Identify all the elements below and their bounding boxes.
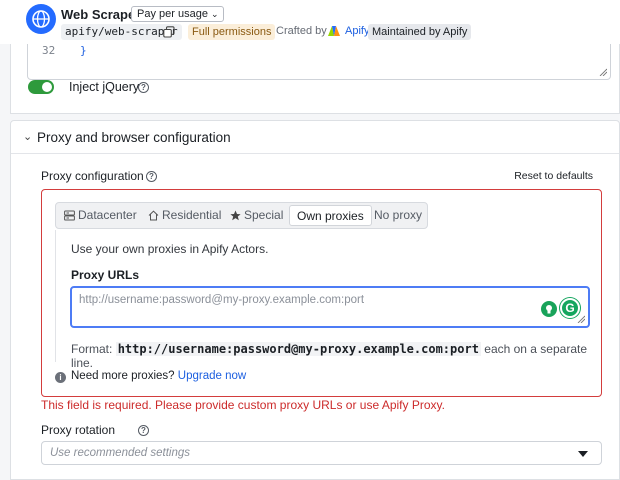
resize-handle-icon[interactable] bbox=[577, 315, 585, 323]
author-link[interactable]: Apify bbox=[345, 25, 369, 37]
caret-down-icon bbox=[578, 451, 588, 457]
star-icon bbox=[230, 210, 241, 221]
apify-logo-icon bbox=[328, 26, 340, 36]
inject-jquery-label: Inject jQuery bbox=[69, 80, 140, 94]
reset-defaults-button[interactable]: Reset to defaults bbox=[514, 170, 593, 182]
chevron-down-icon: ⌄ bbox=[210, 9, 219, 19]
section-header[interactable]: ⌄ Proxy and browser configuration bbox=[11, 121, 619, 154]
tab-residential[interactable]: Residential bbox=[148, 203, 221, 228]
proxy-browser-section: ⌄ Proxy and browser configuration Proxy … bbox=[10, 120, 620, 480]
proxy-error-message: This field is required. Please provide c… bbox=[41, 398, 445, 412]
pricing-dropdown[interactable]: Pay per usage ⌄ bbox=[131, 6, 225, 22]
copy-icon[interactable] bbox=[163, 26, 175, 38]
format-hint: Format: http://username:password@my-prox… bbox=[71, 342, 589, 370]
format-code: http://username:password@my-proxy.exampl… bbox=[115, 342, 481, 356]
home-icon bbox=[148, 210, 159, 221]
chevron-down-icon: ⌄ bbox=[23, 131, 33, 143]
web-scraper-logo-icon bbox=[26, 4, 56, 34]
section-title: Proxy and browser configuration bbox=[37, 130, 231, 145]
tab-label: Residential bbox=[162, 208, 222, 222]
upgrade-link[interactable]: Upgrade now bbox=[178, 370, 246, 382]
grammarly-suggestion-icon[interactable] bbox=[541, 301, 557, 317]
info-icon: i bbox=[55, 372, 66, 383]
actor-header: Web Scraper Pay per usage ⌄ apify/web-scr… bbox=[0, 0, 620, 44]
tab-datacenter[interactable]: Datacenter bbox=[64, 203, 137, 228]
own-proxies-description: Use your own proxies in Apify Actors. bbox=[71, 242, 269, 256]
format-prefix: Format: bbox=[71, 342, 113, 356]
own-proxies-panel: Use your own proxies in Apify Actors. Pr… bbox=[55, 230, 590, 370]
tab-label: Datacenter bbox=[78, 208, 137, 222]
proxy-tabs: Datacenter Residential Special Own proxi… bbox=[55, 202, 428, 229]
proxy-urls-input[interactable]: http://username:password@my-proxy.exampl… bbox=[70, 286, 590, 328]
proxy-urls-label: Proxy URLs bbox=[71, 268, 140, 282]
tab-label: Special bbox=[244, 208, 284, 222]
proxy-config-label: Proxy configuration bbox=[41, 169, 144, 183]
line-number: 32 bbox=[42, 44, 56, 57]
pricing-label: Pay per usage bbox=[137, 8, 208, 20]
proxy-config-box: Datacenter Residential Special Own proxi… bbox=[41, 189, 602, 397]
resize-handle-icon[interactable] bbox=[599, 68, 607, 76]
proxy-rotation-select[interactable]: Use recommended settings bbox=[41, 441, 602, 465]
permissions-badge: Full permissions bbox=[188, 24, 276, 40]
actor-title: Web Scraper bbox=[61, 7, 141, 22]
maintained-badge: Maintained by Apify bbox=[368, 24, 472, 40]
more-proxies-text: Need more proxies? bbox=[71, 370, 175, 382]
server-icon bbox=[64, 210, 75, 221]
toggle-knob bbox=[42, 82, 52, 92]
tab-special[interactable]: Special bbox=[230, 203, 283, 228]
tab-own-proxies[interactable]: Own proxies bbox=[289, 205, 372, 226]
page-function-editor[interactable]: 32 } bbox=[27, 40, 611, 80]
proxy-rotation-label: Proxy rotation bbox=[41, 423, 116, 437]
code-line: } bbox=[80, 44, 87, 57]
help-icon[interactable]: ? bbox=[146, 171, 157, 182]
help-icon[interactable]: ? bbox=[138, 425, 149, 436]
proxy-rotation-placeholder: Use recommended settings bbox=[50, 447, 190, 459]
crafted-by-label: Crafted by bbox=[276, 25, 327, 37]
proxy-urls-placeholder: http://username:password@my-proxy.exampl… bbox=[79, 294, 365, 306]
inject-jquery-toggle[interactable] bbox=[28, 80, 54, 94]
more-proxies-note: i Need more proxies? Upgrade now bbox=[55, 370, 246, 383]
tab-no-proxy[interactable]: No proxy bbox=[374, 203, 422, 228]
help-icon[interactable]: ? bbox=[138, 82, 149, 93]
